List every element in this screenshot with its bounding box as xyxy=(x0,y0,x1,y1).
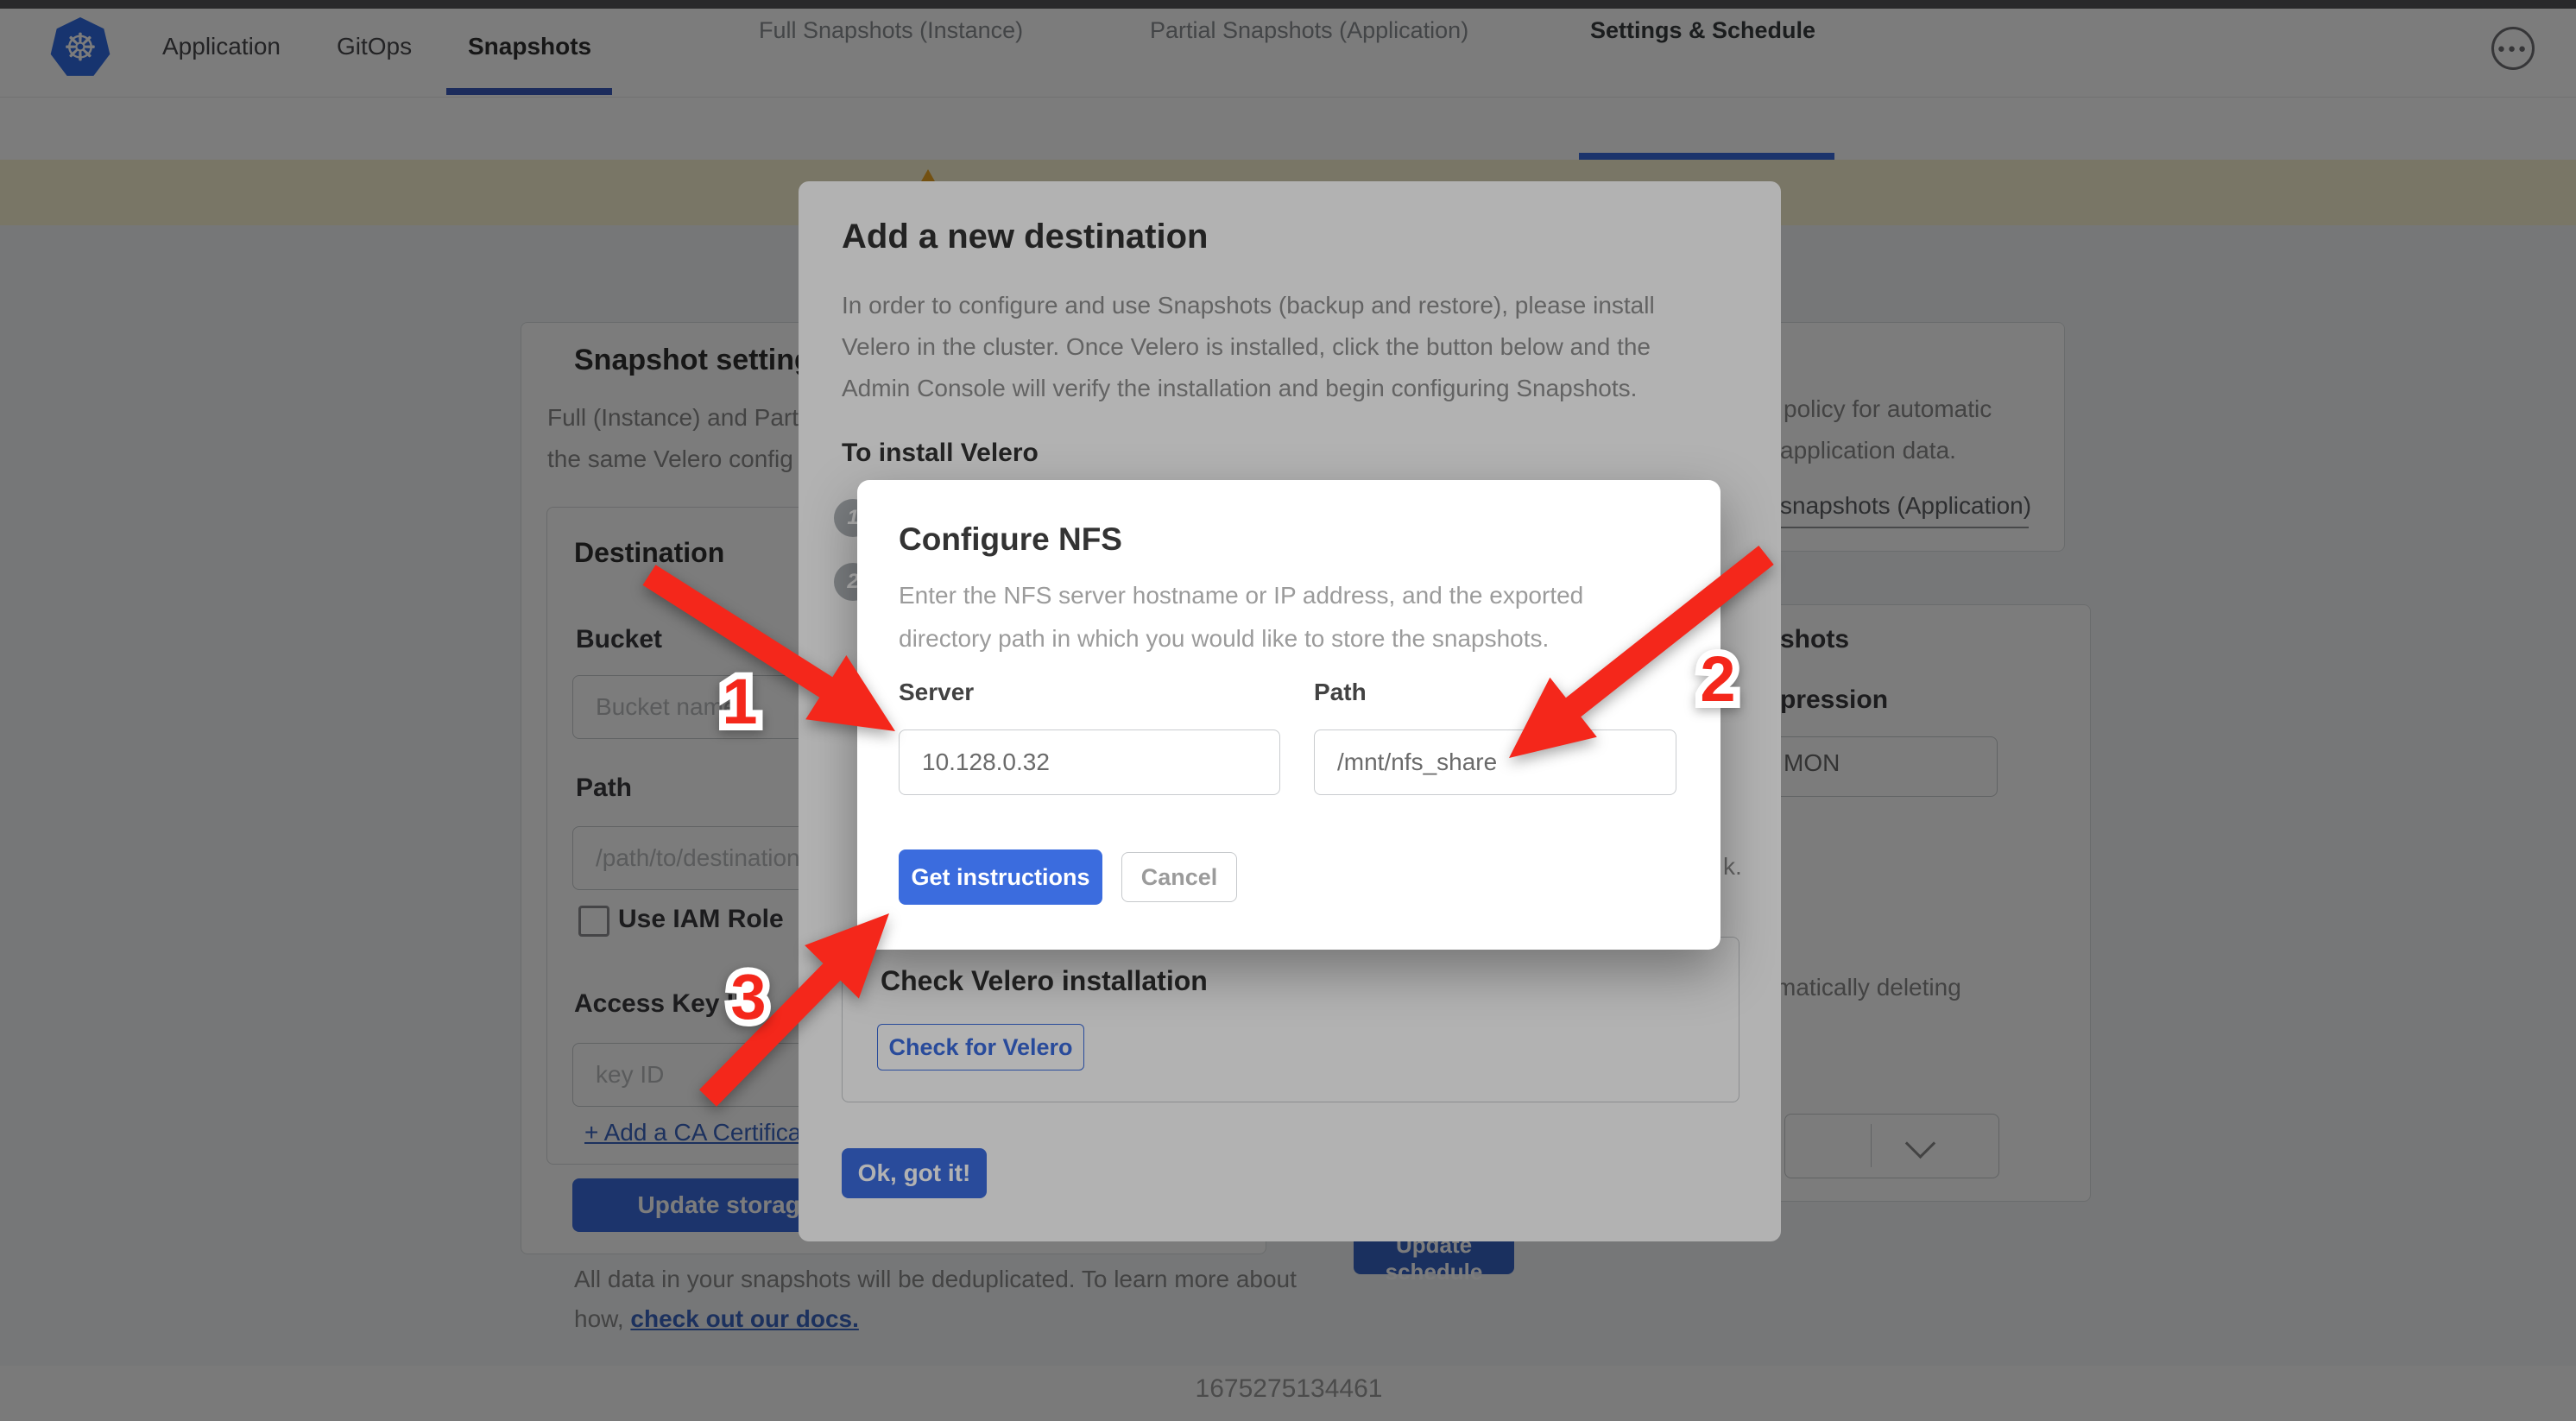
nfs-path-input[interactable] xyxy=(1314,729,1676,795)
dialog-desc-line2: directory path in which you would like t… xyxy=(899,625,1549,653)
configure-nfs-dialog: Configure NFS Enter the NFS server hostn… xyxy=(857,480,1720,950)
get-instructions-button[interactable]: Get instructions xyxy=(899,849,1102,905)
nfs-path-label: Path xyxy=(1314,679,1367,706)
dialog-title: Configure NFS xyxy=(899,521,1122,558)
admin-console-screen: ☸ Application GitOps Snapshots ●●● Full … xyxy=(0,0,2576,1421)
dialog-desc-line1: Enter the NFS server hostname or IP addr… xyxy=(899,582,1583,609)
server-label: Server xyxy=(899,679,974,706)
server-input[interactable] xyxy=(899,729,1280,795)
cancel-button[interactable]: Cancel xyxy=(1121,852,1237,902)
